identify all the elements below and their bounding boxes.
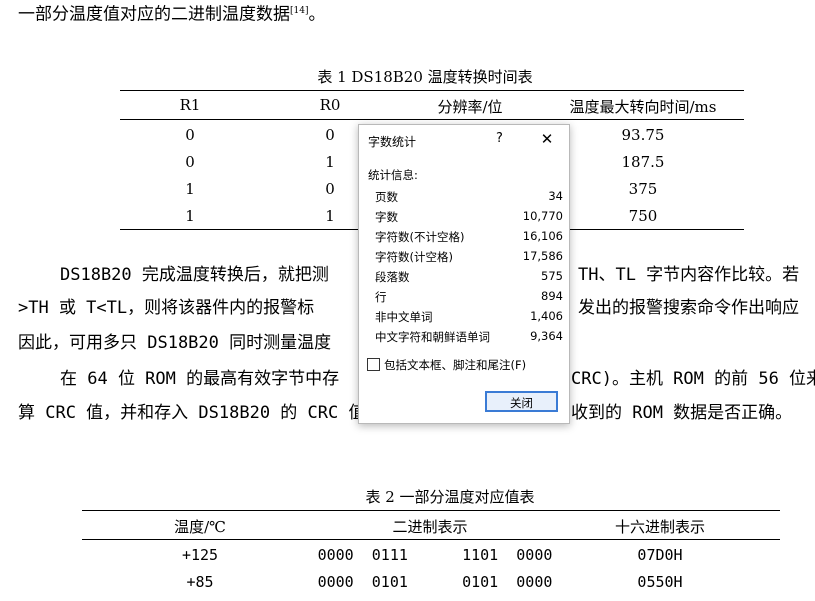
stat-value: 894 xyxy=(541,289,563,303)
table2-top-rule xyxy=(82,510,780,511)
table-cell: 93.75 xyxy=(621,126,665,144)
stat-row: 段落数 575 xyxy=(375,269,563,289)
table-cell: 1 xyxy=(185,207,195,225)
table1-header-r0: R0 xyxy=(319,96,341,114)
table-cell: 07D0H xyxy=(637,546,683,564)
stat-row: 行 894 xyxy=(375,289,563,309)
stat-value: 575 xyxy=(541,269,563,283)
checkbox-box[interactable] xyxy=(367,358,380,371)
para1-line3-left: 因此，可用多只 DS18B20 同时测量温度 xyxy=(18,333,332,353)
para2-line1-right: CRC)。主机 ROM 的前 56 位来 xyxy=(571,369,815,389)
stat-row: 字符数(不计空格) 16,106 xyxy=(375,229,563,249)
checkbox-label: 包括文本框、脚注和尾注(F) xyxy=(384,358,527,372)
dialog-title: 字数统计 xyxy=(368,135,417,149)
doc-line-top-end: 。 xyxy=(308,4,326,25)
table1-header-time: 温度最大转向时间/ms xyxy=(569,98,717,116)
stat-row: 非中文单词 1,406 xyxy=(375,309,563,329)
close-icon[interactable]: ✕ xyxy=(537,129,557,149)
table-cell: 0000 0101 0101 0000 xyxy=(317,573,553,591)
include-textboxes-checkbox[interactable]: 包括文本框、脚注和尾注(F) xyxy=(367,357,526,373)
table-cell: 0000 0111 1101 0000 xyxy=(317,546,553,564)
table1-header-r1: R1 xyxy=(179,96,201,114)
table-cell: 187.5 xyxy=(621,153,665,171)
table-cell: 0 xyxy=(185,153,195,171)
table1-header-resolution: 分辨率/位 xyxy=(437,98,503,116)
para2-line1-left: 在 64 位 ROM 的最高有效字节中存 xyxy=(60,369,340,389)
stat-label: 段落数 xyxy=(375,270,410,284)
para1-line1-left: DS18B20 完成温度转换后，就把测 xyxy=(60,265,329,285)
table-cell: 0550H xyxy=(637,573,683,591)
para1-line2-left: >TH 或 T<TL，则将该器件内的报警标 xyxy=(18,298,315,318)
stat-value: 10,770 xyxy=(522,209,563,223)
word-count-dialog: 字数统计 ? ✕ 统计信息: 页数 34 字数 10,770 字符数(不计空格)… xyxy=(358,124,570,424)
stat-row: 字符数(计空格) 17,586 xyxy=(375,249,563,269)
para2-line2-left: 算 CRC 值，并和存入 DS18B20 的 CRC 值 xyxy=(18,403,366,423)
stat-value: 17,586 xyxy=(522,249,563,263)
table2-header-rule xyxy=(82,539,780,540)
para1-line2-right: 发出的报警搜索命令作出响应 xyxy=(578,298,799,318)
table2-caption: 表 2 一部分温度对应值表 xyxy=(365,488,535,506)
table-cell: 375 xyxy=(628,180,658,198)
stat-label: 字符数(不计空格) xyxy=(375,230,465,244)
stats-section-label: 统计信息: xyxy=(368,168,418,182)
stat-label: 字符数(计空格) xyxy=(375,250,453,264)
table-cell: +125 xyxy=(181,546,219,564)
stat-label: 页数 xyxy=(375,190,398,204)
stat-value: 16,106 xyxy=(522,229,563,243)
table1-caption: 表 1 DS18B20 温度转换时间表 xyxy=(317,68,533,86)
stat-row: 字数 10,770 xyxy=(375,209,563,229)
table-cell: 1 xyxy=(185,180,195,198)
doc-line-top-text: 一部分温度值对应的二进制温度数据 xyxy=(18,4,290,25)
stat-value: 1,406 xyxy=(530,309,563,323)
table1-header-rule xyxy=(120,119,744,120)
para1-line1-right: TH、TL 字节内容作比较。若 xyxy=(578,265,800,285)
help-icon[interactable]: ? xyxy=(496,131,503,146)
table2-header-temp: 温度/℃ xyxy=(174,518,226,536)
citation-ref: [14] xyxy=(290,6,309,16)
table2-header-binary: 二进制表示 xyxy=(392,518,468,536)
stat-row: 页数 34 xyxy=(375,189,563,209)
para2-line2-right: 收到的 ROM 数据是否正确。 xyxy=(571,403,793,423)
stat-row: 中文字符和朝鲜语单词 9,364 xyxy=(375,329,563,349)
table1-top-rule xyxy=(120,90,744,91)
doc-line-top: 一部分温度值对应的二进制温度数据[14]。 xyxy=(18,0,325,28)
table-cell: 0 xyxy=(185,126,195,144)
stat-value: 9,364 xyxy=(530,329,563,343)
table-cell: +85 xyxy=(186,573,214,591)
stat-label: 行 xyxy=(375,290,387,304)
stat-label: 中文字符和朝鲜语单词 xyxy=(375,330,490,344)
table-cell: 750 xyxy=(628,207,658,225)
stat-value: 34 xyxy=(548,189,563,203)
close-button[interactable]: 关闭 xyxy=(485,391,558,412)
stat-label: 字数 xyxy=(375,210,398,224)
stat-label: 非中文单词 xyxy=(375,310,433,324)
table2-header-hex: 十六进制表示 xyxy=(614,518,705,536)
